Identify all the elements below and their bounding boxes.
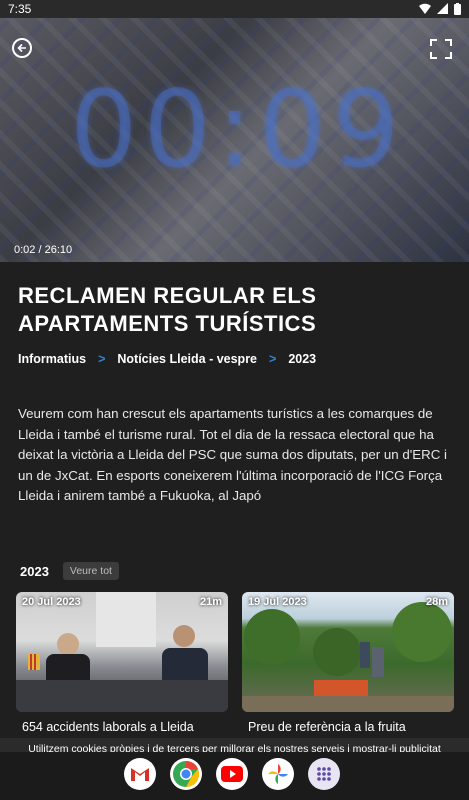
battery-icon (454, 3, 461, 15)
episode-card[interactable]: 19 Jul 2023 28m Preu de referència a la … (242, 592, 454, 734)
episode-duration: 21m (199, 596, 222, 608)
episode-caption: Preu de referència a la fruita (248, 720, 406, 734)
breadcrumb-item-year[interactable]: 2023 (288, 352, 316, 366)
arrow-left-icon (17, 43, 26, 53)
status-icons (419, 3, 461, 15)
episode-caption: 654 accidents laborals a Lleida (22, 720, 194, 734)
app-drawer-icon[interactable] (308, 758, 340, 790)
program-title: RECLAMEN REGULAR ELS APARTAMENTS TURÍSTI… (18, 283, 317, 336)
wifi-icon (419, 3, 431, 14)
episode-card[interactable]: 20 Jul 2023 21m 654 accidents laborals a… (16, 592, 228, 734)
chrome-icon[interactable] (170, 758, 202, 790)
breadcrumb-item-informatius[interactable]: Informatius (18, 352, 86, 366)
photos-icon[interactable] (262, 758, 294, 790)
thumbnail-scene (242, 602, 454, 712)
episode-thumbnail: 20 Jul 2023 21m (16, 592, 228, 712)
app-dock (0, 752, 469, 800)
breadcrumb: Informatius > Notícies Lleida - vespre >… (18, 352, 316, 366)
video-time-label: 0:02 / 26:10 (14, 244, 73, 256)
thumbnail-scene (16, 592, 228, 712)
section-header: 2023 Veure tot (20, 562, 119, 580)
section-year: 2023 (20, 563, 49, 579)
see-all-button[interactable]: Veure tot (62, 562, 119, 580)
breadcrumb-item-noticies[interactable]: Notícies Lleida - vespre (117, 352, 257, 366)
episode-date: 19 Jul 2023 (248, 596, 307, 608)
youtube-icon[interactable] (216, 758, 248, 790)
breadcrumb-separator: > (269, 352, 277, 366)
status-bar: 7:35 (0, 0, 469, 18)
back-button[interactable] (12, 38, 32, 58)
program-description: Veurem com han crescut els apartaments t… (18, 406, 448, 503)
signal-icon (437, 3, 448, 14)
breadcrumb-separator: > (98, 352, 106, 366)
fullscreen-icon[interactable] (429, 38, 453, 60)
status-time: 7:35 (8, 2, 32, 16)
episode-duration: 28m (425, 596, 448, 608)
video-overlay-counter: 00:09 (70, 68, 406, 191)
episode-date: 20 Jul 2023 (22, 596, 81, 608)
video-player[interactable]: 00:09 0:02 / 26:10 (0, 18, 469, 262)
gmail-icon[interactable] (124, 758, 156, 790)
episode-thumbnail: 19 Jul 2023 28m (242, 592, 454, 712)
